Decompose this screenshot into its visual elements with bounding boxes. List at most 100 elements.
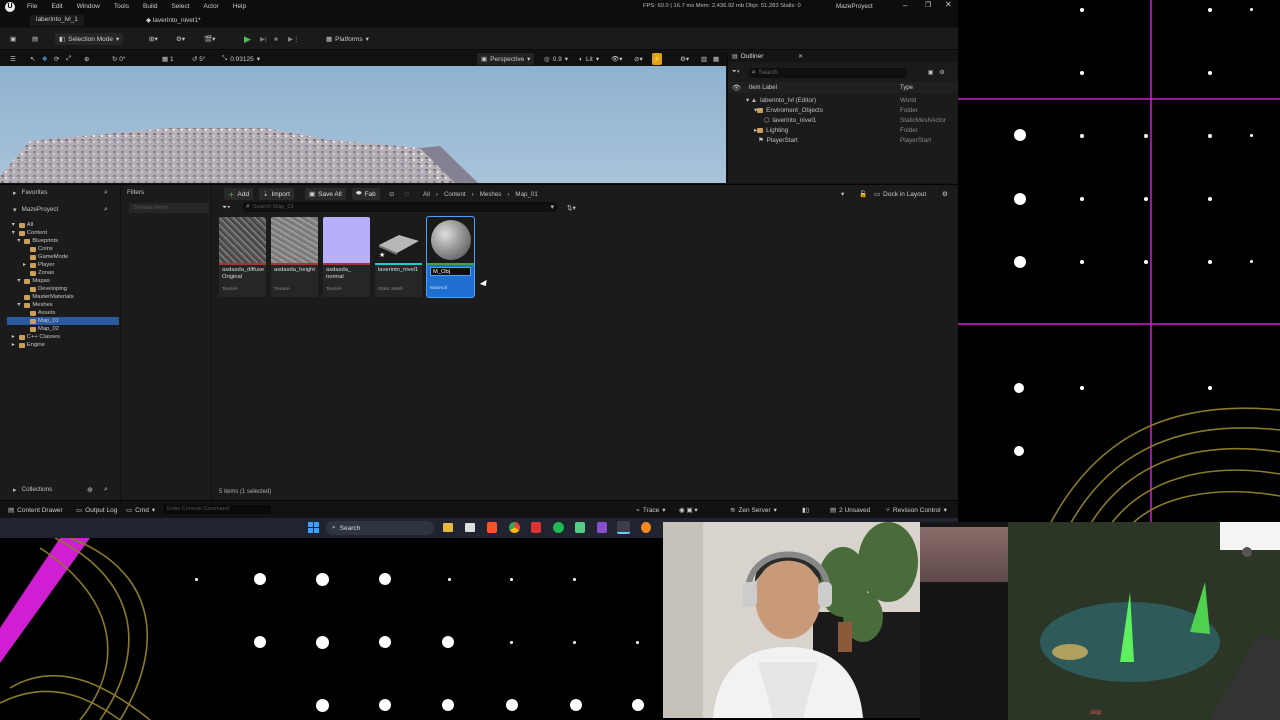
col-type[interactable]: Type: [900, 85, 913, 91]
cinematics-icon[interactable]: 🎬▾: [200, 33, 219, 45]
chrome-icon[interactable]: [509, 522, 520, 533]
cmd-button[interactable]: ▭ Cmd ▾: [122, 504, 159, 516]
cb-filter-icon[interactable]: ⏷▾: [218, 202, 234, 214]
menu-help[interactable]: Help: [226, 3, 253, 10]
history-back-icon[interactable]: ⊙: [385, 188, 398, 200]
save-all-button[interactable]: ▣ Save All: [305, 188, 346, 200]
history-forward-icon[interactable]: ⊙: [400, 188, 413, 200]
breadcrumb-all[interactable]: All: [423, 191, 430, 198]
eject-icon[interactable]: ▶⋮: [284, 33, 304, 45]
breadcrumb-dropdown-icon[interactable]: ▾: [837, 188, 848, 200]
unreal-taskbar-icon[interactable]: [617, 521, 630, 534]
folder-tree-item[interactable]: Coins: [23, 245, 53, 253]
search-dropdown-icon[interactable]: ▾: [550, 203, 554, 211]
expander-icon[interactable]: ▸: [12, 342, 17, 348]
maximize-icon[interactable]: ❐: [925, 1, 931, 9]
breadcrumb-map01[interactable]: Map_01: [515, 191, 537, 198]
cb-settings-icon[interactable]: ⚙: [938, 188, 952, 200]
outliner-row[interactable]: ⚑ PlayerStart PlayerStart: [728, 135, 958, 145]
folder-tree-item[interactable]: Map_02: [23, 325, 59, 333]
save-icon[interactable]: ▣: [6, 33, 20, 45]
visual-studio-icon[interactable]: [597, 522, 607, 533]
menu-actor[interactable]: Actor: [197, 3, 226, 10]
asset-tile-selected[interactable]: M_Obj Material: [426, 216, 475, 298]
folder-tree-item[interactable]: Zonas: [23, 269, 54, 277]
record-icon[interactable]: ◉ ▣ ▾: [675, 504, 702, 516]
platforms-button[interactable]: ▦ Platforms ▾: [322, 33, 373, 45]
folder-tree-item[interactable]: ▾ All: [12, 221, 33, 229]
folder-tree-item[interactable]: ▸ Engine: [12, 341, 45, 349]
blender-icon[interactable]: [641, 522, 651, 533]
add-actor-icon[interactable]: ⊞▾: [145, 33, 162, 45]
app-green-icon[interactable]: [575, 522, 585, 533]
asset-tile[interactable]: ★ laverinto_nivel1 Static Mesh: [375, 217, 422, 297]
outliner-row[interactable]: ▸ Lighting Folder: [728, 125, 958, 135]
outliner-settings-icon[interactable]: ⚙: [939, 69, 944, 76]
lit-button[interactable]: ◐ Lit ▾: [575, 53, 603, 65]
collections-search-icon[interactable]: ⌕: [104, 486, 108, 494]
expander-icon[interactable]: ▾: [17, 238, 22, 244]
file-explorer-icon[interactable]: [443, 523, 453, 532]
lock-icon[interactable]: 🔓: [855, 188, 871, 200]
trace-button[interactable]: ⌁ Trace ▾: [632, 504, 670, 516]
dock-in-layout-button[interactable]: ▭ Dock in Layout: [870, 188, 930, 200]
taskbar-search-input[interactable]: ⌕ Search: [326, 521, 434, 535]
collections-header[interactable]: ▸ Collections ⊕ ⌕: [7, 484, 119, 495]
outliner-search-input[interactable]: ⌕ Search: [747, 67, 908, 78]
realtime-icon[interactable]: ⊘▾: [630, 53, 647, 65]
add-collection-icon[interactable]: ⊕: [87, 486, 93, 494]
selection-mode-button[interactable]: ◧ Selection Mode ▾: [55, 33, 124, 45]
visibility-icon[interactable]: 👁: [732, 84, 741, 92]
filter-icon[interactable]: ⏷▾: [732, 69, 740, 76]
breadcrumb-meshes[interactable]: Meshes: [480, 191, 502, 198]
expander-icon[interactable]: ▾: [12, 230, 17, 236]
outliner-row[interactable]: ⬡ laverinto_nivel1 StaticMeshActor: [728, 115, 958, 125]
folder-tree-item[interactable]: MasterMaterials: [17, 293, 74, 301]
console-input[interactable]: Enter Console Command: [163, 505, 271, 514]
col-item-label[interactable]: Item Label: [749, 85, 777, 91]
level-viewport[interactable]: [0, 66, 726, 183]
expander-icon[interactable]: ▾: [17, 278, 22, 284]
stats-icon[interactable]: ▮▯: [798, 504, 813, 516]
perspective-button[interactable]: ▣ Perspective ▾: [477, 53, 535, 65]
cb-search-input[interactable]: ⌕ Search Map_01 ▾: [242, 202, 558, 212]
menu-select[interactable]: Select: [164, 3, 196, 10]
stop-icon[interactable]: ■: [270, 33, 282, 45]
spotify-icon[interactable]: [553, 522, 564, 533]
folder-tree-item[interactable]: ▾ Content: [12, 229, 47, 237]
folder-tree-item[interactable]: GameMode: [23, 253, 68, 261]
sort-icon[interactable]: ⇅▾: [563, 202, 580, 214]
folder-tree-item[interactable]: Map_01: [7, 317, 119, 325]
speed-button[interactable]: ◎ 0.9 ▾: [540, 53, 572, 65]
tab-asset[interactable]: ◆ laverinto_nivel1*: [140, 15, 207, 26]
outliner-close-icon[interactable]: ✕: [798, 53, 803, 60]
zen-server-button[interactable]: ≋ Zen Server ▾: [726, 504, 781, 516]
asset-tile[interactable]: asdasda_ normal Texture: [323, 217, 370, 297]
split-icon[interactable]: ▦: [709, 53, 723, 65]
expander-icon[interactable]: ▸: [12, 334, 17, 340]
scale-snap-button[interactable]: ⤡ 0.03125 ▾: [218, 53, 264, 65]
project-header[interactable]: ▾ MazeProyect ⌕: [7, 204, 119, 215]
project-search-icon[interactable]: ⌕: [104, 206, 108, 214]
asset-tile[interactable]: asdasda_height Texture: [271, 217, 318, 297]
favorites-header[interactable]: ▸ Favorites ⌕: [7, 187, 119, 198]
expander-icon[interactable]: ▾: [12, 222, 17, 228]
warning-icon[interactable]: ⚡: [652, 53, 662, 65]
world-icon[interactable]: ⊕: [80, 53, 93, 65]
folder-tree-item[interactable]: ▸ C++ Classes: [12, 333, 60, 341]
outliner-row[interactable]: ▾ Enviroment_Objects Folder: [728, 105, 958, 115]
grid-snap-icon[interactable]: ▦ 1: [158, 53, 178, 65]
content-drawer-button[interactable]: ▤ Content Drawer: [4, 504, 67, 516]
scale-tool-icon[interactable]: ⤢: [62, 53, 75, 65]
snap-icon[interactable]: ↻ 0°: [108, 53, 129, 65]
filter-chip[interactable]: Skeletal Mesh: [129, 203, 209, 213]
menu-window[interactable]: Window: [70, 3, 107, 10]
blueprint-icon[interactable]: ⚙▾: [172, 33, 189, 45]
rotation-snap-icon[interactable]: ↺ 5°: [188, 53, 209, 65]
play-icon[interactable]: ▶: [240, 33, 255, 45]
expander-icon[interactable]: ▸: [23, 262, 28, 268]
unreal-logo-icon[interactable]: U: [0, 0, 20, 13]
app-red-icon[interactable]: [531, 522, 541, 533]
asset-tile[interactable]: asdasda_diffuse Original Texture: [219, 217, 266, 297]
favorites-search-icon[interactable]: ⌕: [104, 189, 108, 197]
